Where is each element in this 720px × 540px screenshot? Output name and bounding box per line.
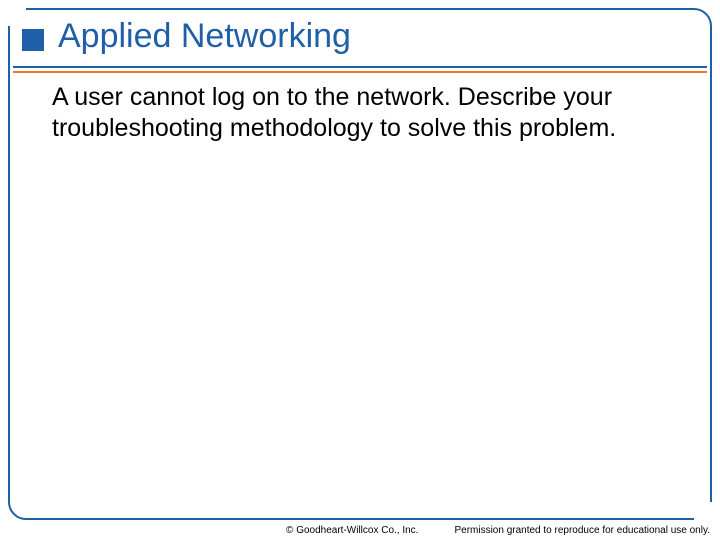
rule-orange xyxy=(13,71,707,73)
rule-blue xyxy=(13,66,707,68)
title-row: Applied Networking xyxy=(22,16,698,57)
slide-title: Applied Networking xyxy=(58,16,351,57)
corner-cut-bottom-right xyxy=(694,502,714,522)
footer-permission: Permission granted to reproduce for educ… xyxy=(454,525,710,536)
slide-body: A user cannot log on to the network. Des… xyxy=(52,82,680,143)
square-bullet-icon xyxy=(22,29,44,51)
slide: Applied Networking A user cannot log on … xyxy=(0,0,720,540)
title-underline xyxy=(13,66,707,73)
footer: © Goodheart-Willcox Co., Inc. Permission… xyxy=(0,525,710,536)
footer-copyright: © Goodheart-Willcox Co., Inc. xyxy=(286,525,418,536)
